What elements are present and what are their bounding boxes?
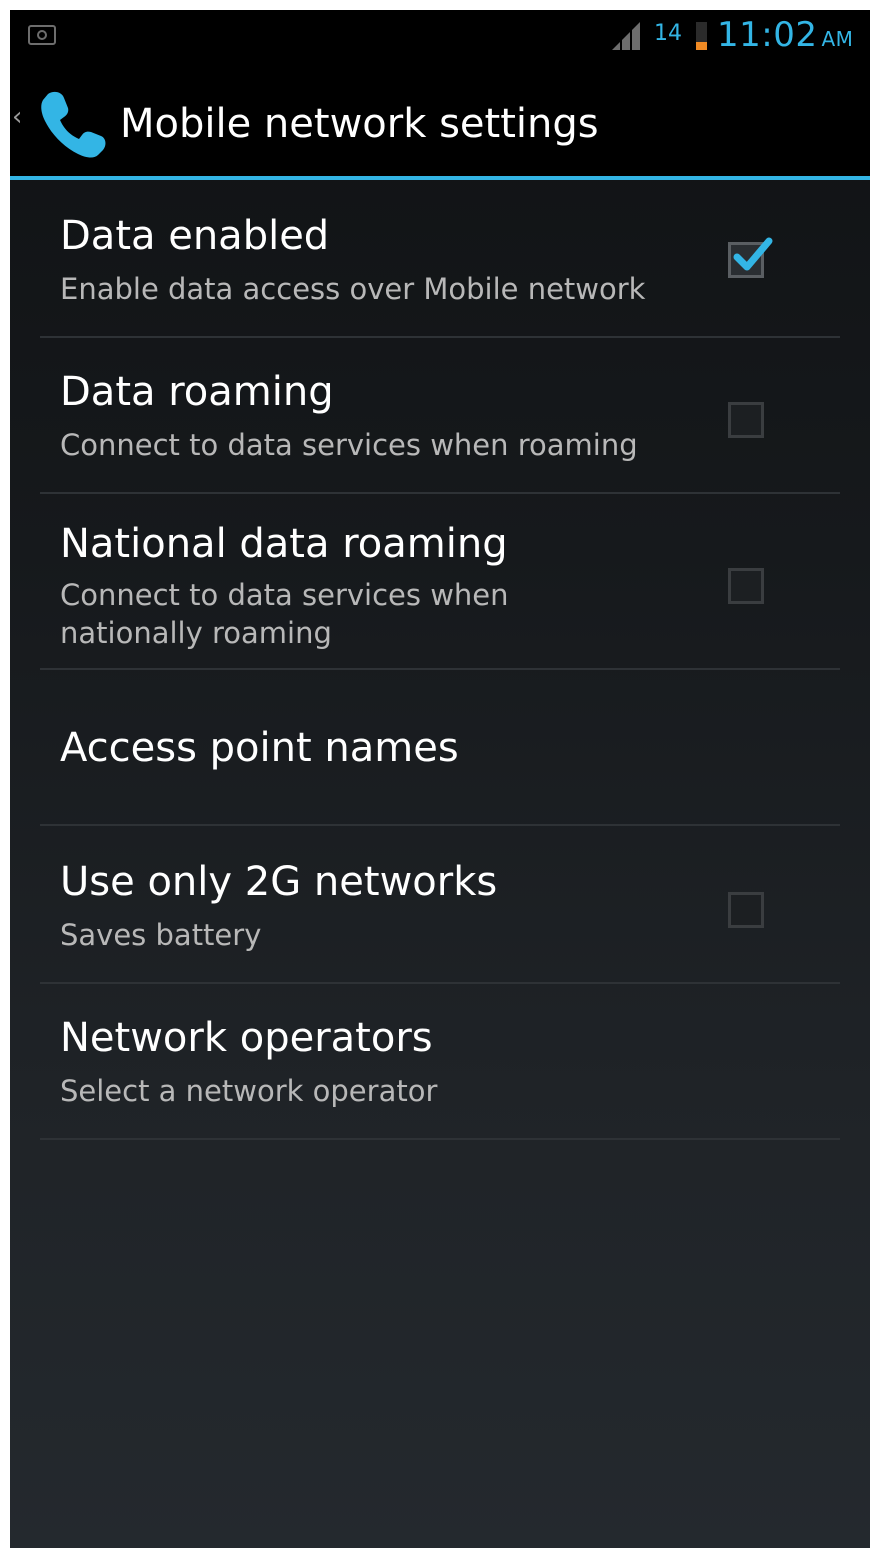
pref-title: Access point names [60, 725, 459, 771]
pref-title: Network operators [60, 1015, 433, 1061]
checkmark-icon [733, 237, 773, 271]
up-navigation-button[interactable]: ‹ [12, 102, 22, 132]
use-only-2g-checkbox[interactable] [728, 892, 764, 928]
pref-network-operators[interactable]: Network operators Select a network opera… [40, 984, 840, 1140]
pref-title: Data enabled [60, 213, 330, 259]
pref-summary: Saves battery [60, 918, 262, 952]
page-title: Mobile network settings [120, 101, 599, 147]
signal-icon [612, 22, 640, 50]
pref-summary: Select a network operator [60, 1074, 438, 1108]
pref-summary: Enable data access over Mobile network [60, 272, 646, 306]
pref-use-only-2g[interactable]: Use only 2G networks Saves battery [40, 826, 840, 984]
pref-data-roaming[interactable]: Data roaming Connect to data services wh… [40, 338, 840, 494]
pref-title: Data roaming [60, 369, 334, 415]
pref-title: National data roaming [60, 521, 508, 567]
screenshot-icon [28, 25, 56, 45]
pref-summary: Connect to data services when roaming [60, 428, 638, 462]
pref-national-data-roaming[interactable]: National data roaming Connect to data se… [40, 494, 840, 670]
action-bar: ‹ Mobile network settings [10, 60, 870, 180]
national-data-roaming-checkbox[interactable] [728, 568, 764, 604]
battery-icon [696, 22, 707, 50]
clock-ampm: AM [821, 27, 854, 51]
phone-icon[interactable] [34, 84, 110, 160]
data-enabled-checkbox[interactable] [728, 237, 773, 278]
battery-level-text: 14 [654, 21, 682, 46]
status-bar: 14 11:02 AM [10, 10, 870, 60]
android-screen: 14 11:02 AM ‹ Mobile network settings Dat… [10, 10, 870, 1548]
pref-summary: Connect to data services when nationally… [60, 578, 509, 650]
clock-time: 11:02 [717, 15, 818, 55]
pref-data-enabled[interactable]: Data enabled Enable data access over Mob… [40, 180, 840, 338]
data-roaming-checkbox[interactable] [728, 402, 764, 438]
pref-title: Use only 2G networks [60, 859, 498, 905]
status-clock: 11:02 AM [717, 14, 853, 60]
pref-access-point-names[interactable]: Access point names [40, 670, 840, 826]
